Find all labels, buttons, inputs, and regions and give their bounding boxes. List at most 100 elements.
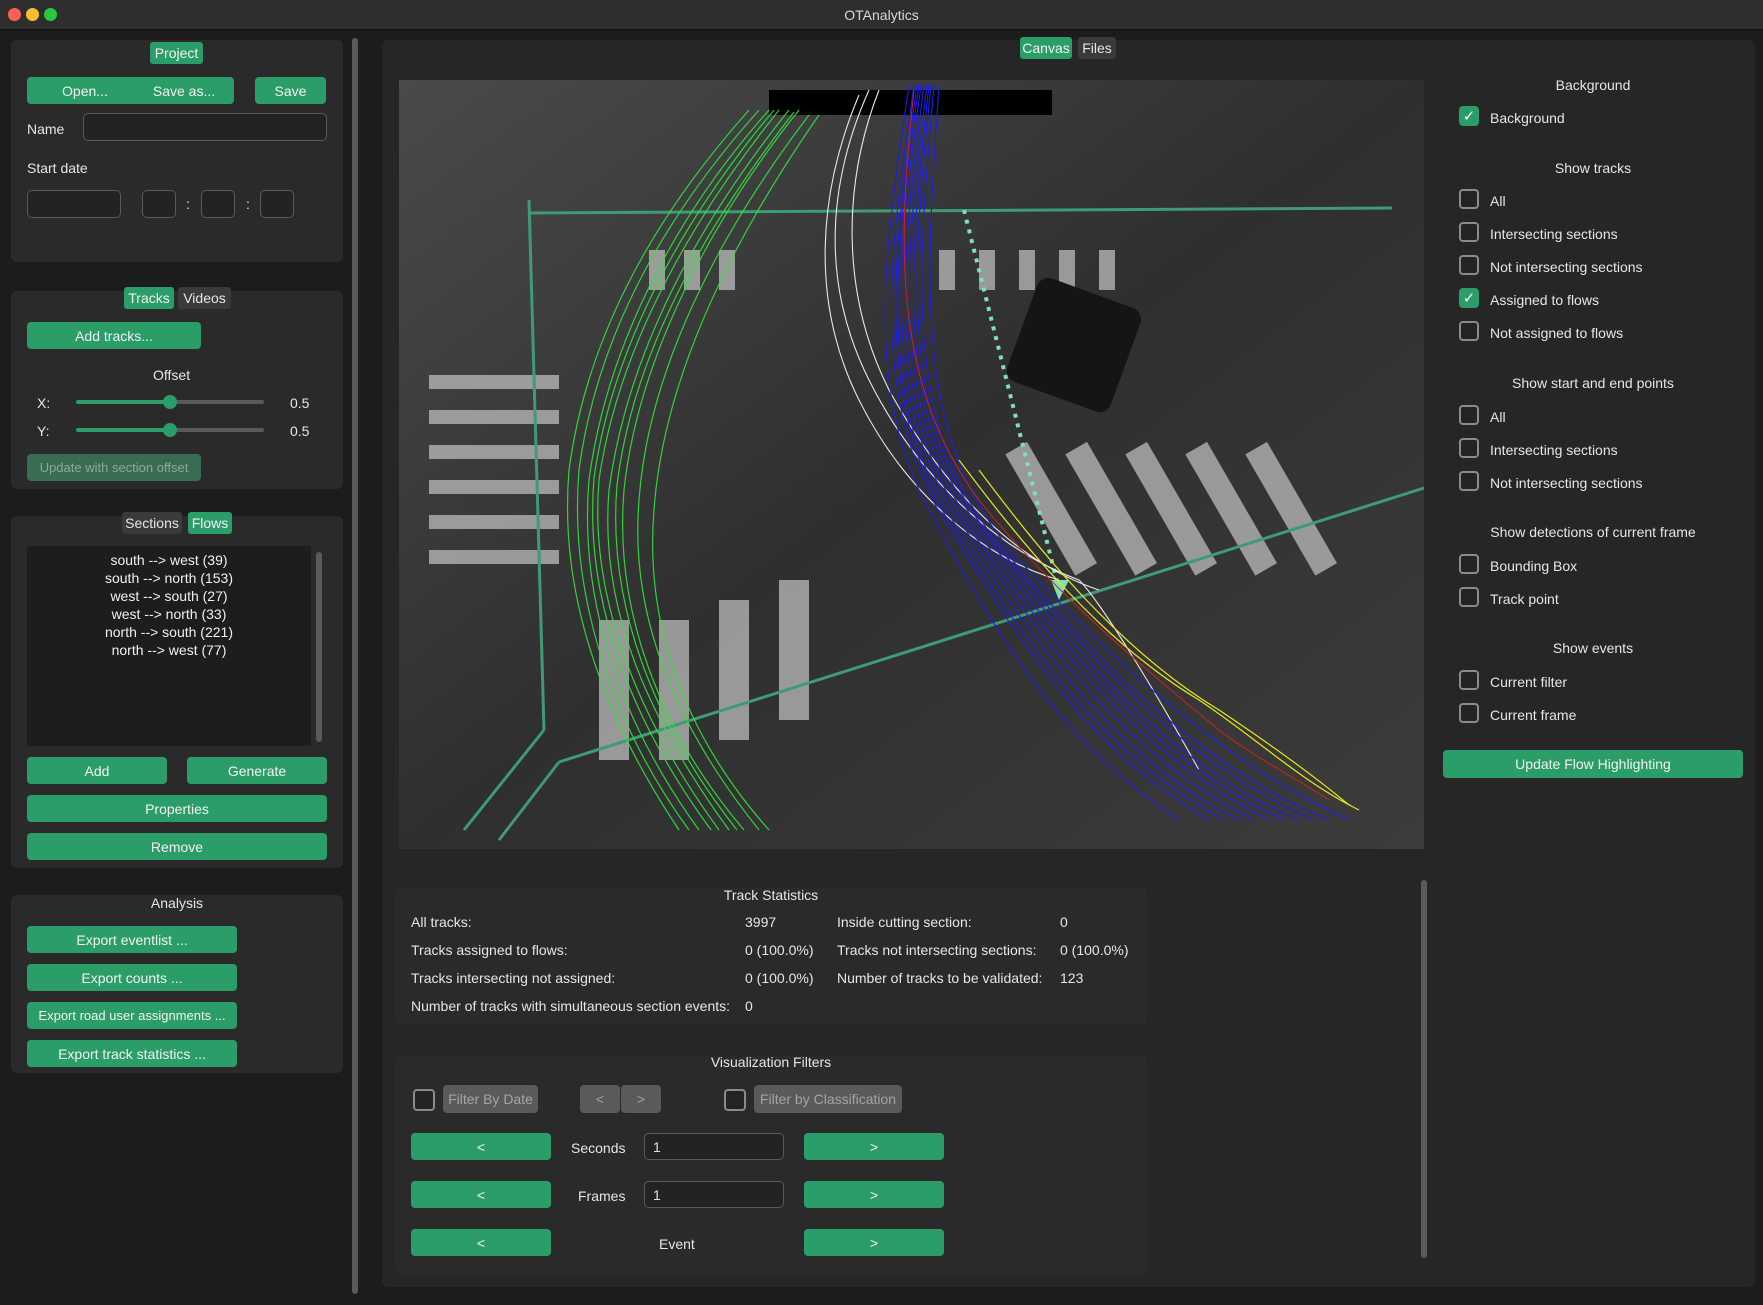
flow-list-item[interactable]: south --> west (39) [27, 551, 311, 569]
statistic-label: Tracks assigned to flows: [411, 942, 568, 958]
flow-list-item[interactable]: west --> north (33) [27, 605, 311, 623]
detections-option-checkbox[interactable] [1459, 587, 1479, 607]
flow-list-item[interactable]: south --> north (153) [27, 569, 311, 587]
tab-tracks[interactable]: Tracks [124, 287, 174, 309]
window-title: OTAnalytics [844, 7, 919, 23]
add-flow-button[interactable]: Add [27, 757, 167, 784]
offset-x-value: 0.5 [290, 395, 310, 411]
tab-canvas[interactable]: Canvas [1020, 37, 1072, 59]
check-icon: ✓ [1462, 289, 1476, 307]
track-canvas-drawing [399, 80, 1424, 849]
statistic-value: 0 (100.0%) [745, 942, 814, 958]
offset-label: Offset [153, 367, 191, 383]
tab-flows[interactable]: Flows [188, 512, 232, 534]
export-track-statistics-button[interactable]: Export track statistics ... [27, 1040, 237, 1067]
statistic-value: 0 (100.0%) [745, 970, 814, 986]
offset-y-value: 0.5 [290, 423, 310, 439]
offset-x-handle[interactable] [163, 395, 177, 409]
tab-project[interactable]: Project [150, 42, 203, 64]
tab-files[interactable]: Files [1078, 37, 1116, 59]
seconds-next-button[interactable]: > [804, 1133, 944, 1160]
generate-flows-button[interactable]: Generate [187, 757, 327, 784]
event-prev-button[interactable]: < [411, 1229, 551, 1256]
statistic-label: All tracks: [411, 914, 472, 930]
offset-x-label: X: [37, 395, 51, 411]
flow-list: south --> west (39) south --> north (153)… [27, 546, 311, 746]
date-prev-button[interactable]: < [580, 1085, 620, 1113]
background-checkbox[interactable]: ✓ [1459, 106, 1479, 126]
tab-sections[interactable]: Sections [122, 512, 182, 534]
track-canvas[interactable] [399, 80, 1424, 849]
lower-scrollbar[interactable] [1421, 880, 1427, 1258]
filter-by-classification-checkbox[interactable] [724, 1089, 746, 1111]
export-road-user-assignments-button[interactable]: Export road user assignments ... [27, 1002, 237, 1029]
filter-by-date-checkbox[interactable] [413, 1089, 435, 1111]
seconds-input[interactable]: 1 [644, 1133, 784, 1160]
name-input[interactable] [83, 113, 327, 141]
show-tracks-option-label: Assigned to flows [1490, 292, 1599, 308]
statistic-label: Tracks not intersecting sections: [837, 942, 1037, 958]
show-tracks-option-checkbox[interactable] [1459, 189, 1479, 209]
show-tracks-option-checkbox[interactable] [1459, 222, 1479, 242]
save-as-button[interactable]: Save as... [134, 77, 234, 104]
frames-input[interactable]: 1 [644, 1181, 784, 1208]
analysis-title: Analysis [150, 895, 204, 911]
event-next-button[interactable]: > [804, 1229, 944, 1256]
filter-by-date-button[interactable]: Filter By Date [443, 1085, 538, 1113]
start-date-input[interactable] [27, 190, 121, 218]
offset-x-fill [76, 400, 170, 404]
flow-list-item[interactable]: north --> south (221) [27, 623, 311, 641]
start-end-option-checkbox[interactable] [1459, 438, 1479, 458]
start-end-option-label: Not intersecting sections [1490, 475, 1643, 491]
offset-y-handle[interactable] [163, 423, 177, 437]
start-date-label: Start date [27, 160, 88, 176]
detections-option-checkbox[interactable] [1459, 554, 1479, 574]
visualization-filters-title: Visualization Filters [710, 1054, 832, 1070]
show-tracks-option-label: Intersecting sections [1490, 226, 1618, 242]
statistic-label: Number of tracks with simultaneous secti… [411, 998, 731, 1014]
time-separator: : [246, 196, 250, 212]
detections-option-label: Track point [1490, 591, 1559, 607]
save-button[interactable]: Save [255, 77, 326, 104]
flow-list-item[interactable]: west --> south (27) [27, 587, 311, 605]
frames-prev-button[interactable]: < [411, 1181, 551, 1208]
show-tracks-option-label: All [1490, 193, 1506, 209]
start-end-option-checkbox[interactable] [1459, 471, 1479, 491]
start-hour-input[interactable] [142, 190, 176, 218]
statistic-value: 0 [1060, 914, 1068, 930]
show-tracks-option-checkbox[interactable] [1459, 321, 1479, 341]
show-tracks-option-checkbox[interactable] [1459, 255, 1479, 275]
date-next-button[interactable]: > [621, 1085, 661, 1113]
offset-y-label: Y: [37, 423, 50, 439]
start-end-option-label: Intersecting sections [1490, 442, 1618, 458]
remove-flow-button[interactable]: Remove [27, 833, 327, 860]
update-flow-highlighting-button[interactable]: Update Flow Highlighting [1443, 750, 1743, 778]
tab-videos[interactable]: Videos [178, 287, 231, 309]
events-option-checkbox[interactable] [1459, 670, 1479, 690]
update-section-offset-button[interactable]: Update with section offset [27, 454, 201, 481]
open-button[interactable]: Open... [27, 77, 143, 104]
start-second-input[interactable] [260, 190, 294, 218]
show-tracks-option-checkbox[interactable]: ✓ [1459, 288, 1479, 308]
flow-list-scrollbar[interactable] [316, 552, 322, 742]
show-tracks-option-label: Not intersecting sections [1490, 259, 1643, 275]
seconds-label: Seconds [571, 1140, 626, 1156]
statistic-label: Number of tracks to be validated: [837, 970, 1043, 986]
flow-properties-button[interactable]: Properties [27, 795, 327, 822]
statistic-value: 3997 [745, 914, 777, 930]
export-counts-button[interactable]: Export counts ... [27, 964, 237, 991]
start-minute-input[interactable] [201, 190, 235, 218]
seconds-prev-button[interactable]: < [411, 1133, 551, 1160]
add-tracks-button[interactable]: Add tracks... [27, 322, 201, 349]
events-option-label: Current frame [1490, 707, 1577, 723]
filter-by-classification-button[interactable]: Filter by Classification [754, 1085, 902, 1113]
sidebar-scrollbar[interactable] [352, 38, 358, 1294]
export-eventlist-button[interactable]: Export eventlist ... [27, 926, 237, 953]
flow-list-item[interactable]: north --> west (77) [27, 641, 311, 659]
statistic-value: 123 [1060, 970, 1084, 986]
frames-next-button[interactable]: > [804, 1181, 944, 1208]
events-option-checkbox[interactable] [1459, 703, 1479, 723]
statistic-value: 0 (100.0%) [1060, 942, 1129, 958]
start-end-option-checkbox[interactable] [1459, 405, 1479, 425]
title-bar: OTAnalytics [0, 0, 1763, 30]
